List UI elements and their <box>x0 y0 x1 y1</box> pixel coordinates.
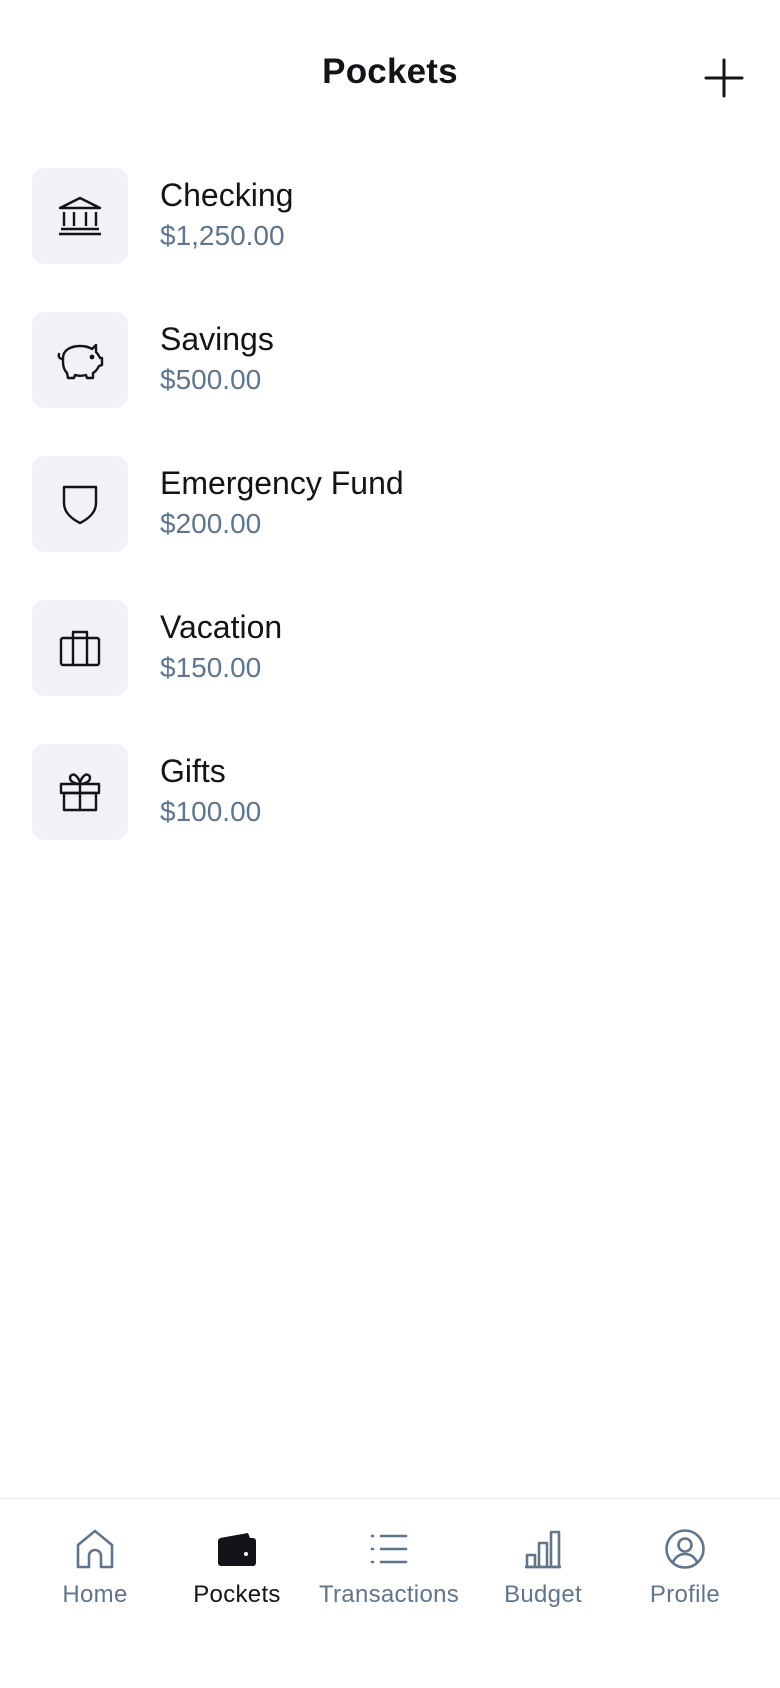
pocket-amount: $150.00 <box>160 652 262 683</box>
tab-label: Budget <box>504 1581 582 1608</box>
pocket-icon-container <box>32 744 128 840</box>
tab-label: Home <box>62 1581 128 1608</box>
bar-chart-icon <box>525 1530 561 1569</box>
header: Pockets <box>0 0 780 160</box>
tab-label: Profile <box>649 1581 721 1608</box>
home-icon <box>76 1529 114 1569</box>
tab-profile[interactable]: Profile <box>610 1499 760 1639</box>
bottom-tab-bar: Home Pockets Transactions Budget Profile <box>0 1498 780 1688</box>
shield-icon <box>62 485 98 525</box>
pocket-item-checking[interactable]: Checking $1,250.00 <box>0 168 780 312</box>
tab-icon-container <box>663 1527 707 1571</box>
plus-icon <box>704 58 744 98</box>
tab-budget[interactable]: Budget <box>476 1499 610 1639</box>
pocket-item-vacation[interactable]: Vacation $150.00 <box>0 600 780 744</box>
add-pocket-button[interactable] <box>702 56 746 100</box>
pocket-name: Vacation <box>160 609 283 645</box>
gift-icon <box>59 773 101 812</box>
pocket-name: Checking <box>160 177 294 213</box>
pocket-icon-container <box>32 456 128 552</box>
tab-icon-container <box>367 1527 411 1571</box>
pocket-amount: $200.00 <box>160 508 262 539</box>
tab-home[interactable]: Home <box>18 1499 172 1639</box>
wallet-icon <box>218 1533 256 1566</box>
list-icon <box>370 1534 408 1564</box>
pocket-amount: $100.00 <box>160 796 262 827</box>
pocket-list: Checking $1,250.00 Savings $500.00 Emerg… <box>0 168 780 888</box>
pockets-screen: Pockets Checking $1,250.00 Savings $500.… <box>0 0 780 1688</box>
tab-icon-container <box>215 1527 259 1571</box>
tab-pockets[interactable]: Pockets <box>172 1499 302 1639</box>
pocket-amount: $500.00 <box>160 364 262 395</box>
pocket-item-gifts[interactable]: Gifts $100.00 <box>0 744 780 888</box>
pocket-amount: $1,250.00 <box>160 220 285 251</box>
pocket-name: Savings <box>160 321 274 357</box>
pocket-icon-container <box>32 168 128 264</box>
page-title: Pockets <box>322 52 458 91</box>
suitcase-icon <box>59 630 101 667</box>
pocket-icon-container <box>32 600 128 696</box>
tab-label: Transactions <box>318 1581 460 1608</box>
pocket-item-emergency-fund[interactable]: Emergency Fund $200.00 <box>0 456 780 600</box>
pocket-icon-container <box>32 312 128 408</box>
pocket-name: Emergency Fund <box>160 465 404 501</box>
tab-icon-container <box>73 1527 117 1571</box>
pocket-item-savings[interactable]: Savings $500.00 <box>0 312 780 456</box>
bank-icon <box>58 196 102 236</box>
pocket-name: Gifts <box>160 753 226 789</box>
tab-icon-container <box>521 1527 565 1571</box>
user-circle-icon <box>665 1529 705 1569</box>
tab-label: Pockets <box>193 1581 281 1608</box>
piggy-bank-icon <box>57 343 104 380</box>
tab-transactions[interactable]: Transactions <box>302 1499 476 1639</box>
